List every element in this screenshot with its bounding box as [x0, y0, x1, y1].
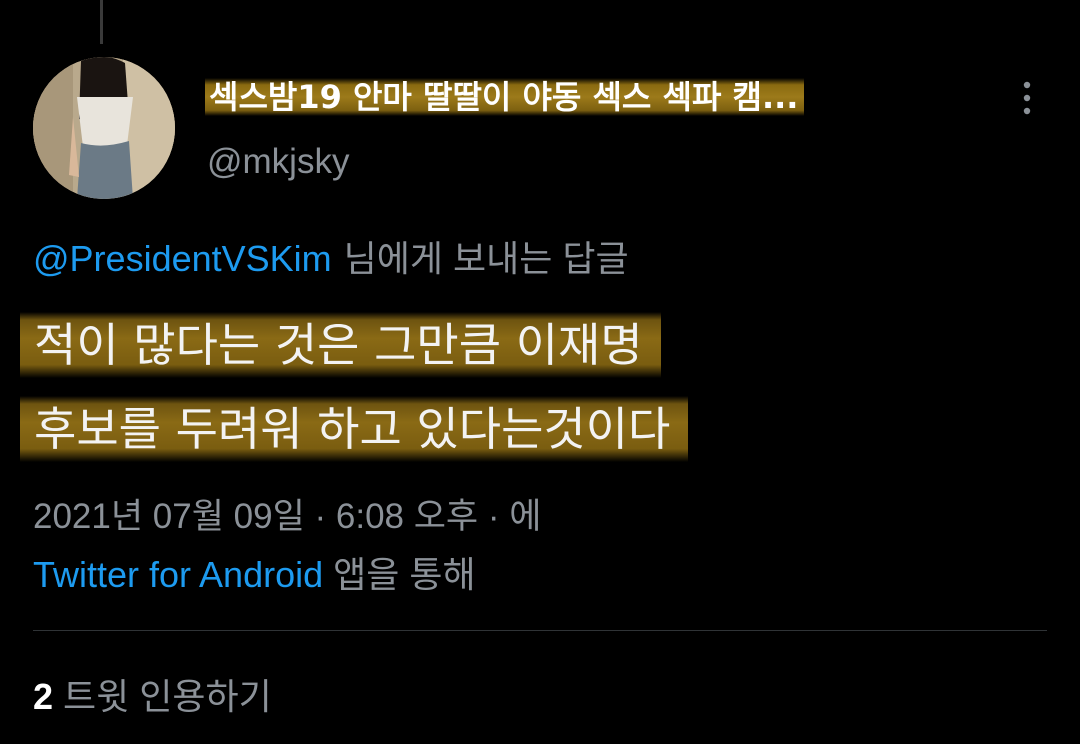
reply-suffix-text: 님에게 보내는 답글	[343, 238, 629, 279]
user-handle[interactable]: @mkjsky	[207, 142, 349, 182]
divider	[33, 630, 1047, 631]
more-vertical-icon[interactable]	[1017, 80, 1037, 116]
thread-connector-line	[100, 0, 103, 44]
reply-mention-link[interactable]: @PresidentVSKim	[33, 238, 332, 279]
tweet-source: Twitter for Android 앱을 통해	[33, 546, 476, 598]
profile-photo	[33, 57, 175, 199]
quote-count: 2	[33, 676, 54, 717]
quote-label: 트윗 인용하기	[63, 676, 272, 717]
avatar[interactable]	[33, 57, 175, 199]
reply-context: @PresidentVSKim 님에게 보내는 답글	[33, 230, 629, 282]
source-suffix-text: 앱을 통해	[333, 554, 476, 595]
display-name[interactable]: 섹스밤19 안마 딸딸이 야동 섹스 섹파 캠...	[205, 78, 805, 116]
quote-tweets-stat[interactable]: 2 트윗 인용하기	[33, 668, 272, 720]
display-name-wrapper[interactable]: 섹스밤19 안마 딸딸이 야동 섹스 섹파 캠...	[205, 78, 805, 116]
source-app-link[interactable]: Twitter for Android	[33, 554, 323, 595]
tweet-text: 적이 많다는 것은 그만큼 이재명 후보를 두려워 하고 있다는것이다	[20, 312, 1060, 480]
tweet-timestamp: 2021년 07월 09일 · 6:08 오후 · 에	[33, 497, 542, 536]
tweet-text-line: 후보를 두려워 하고 있다는것이다	[20, 396, 689, 462]
tweet-text-line: 적이 많다는 것은 그만큼 이재명	[20, 312, 661, 378]
